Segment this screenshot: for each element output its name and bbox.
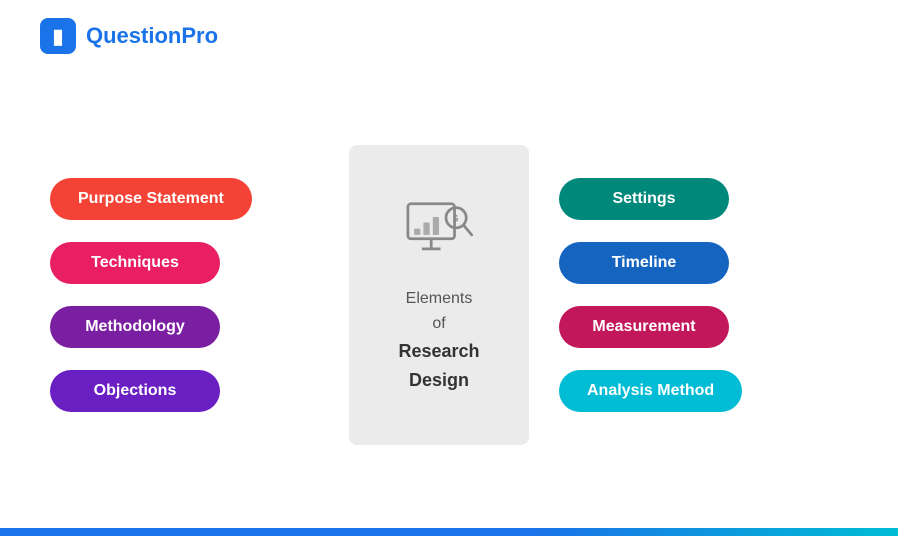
center-label: Elements of Research Design — [398, 286, 479, 395]
logo-icon: ▮ — [40, 18, 76, 54]
main-content: Purpose Statement Techniques Methodology… — [0, 72, 898, 518]
left-column: Purpose Statement Techniques Methodology… — [40, 178, 349, 412]
pill-settings[interactable]: Settings — [559, 178, 729, 220]
pill-methodology[interactable]: Methodology — [50, 306, 220, 348]
logo-text: QuestionPro — [86, 23, 218, 49]
right-column: Settings Timeline Measurement Analysis M… — [529, 178, 858, 412]
bottom-bar — [0, 528, 898, 536]
pill-measurement[interactable]: Measurement — [559, 306, 729, 348]
pill-techniques[interactable]: Techniques — [50, 242, 220, 284]
center-box: $ Elements of Research Design — [349, 145, 529, 445]
pill-objections[interactable]: Objections — [50, 370, 220, 412]
pill-purpose-statement[interactable]: Purpose Statement — [50, 178, 252, 220]
pill-analysis-method[interactable]: Analysis Method — [559, 370, 742, 412]
research-design-icon: $ — [399, 196, 479, 271]
svg-text:$: $ — [453, 213, 459, 223]
header: ▮ QuestionPro — [0, 0, 898, 72]
pill-timeline[interactable]: Timeline — [559, 242, 729, 284]
